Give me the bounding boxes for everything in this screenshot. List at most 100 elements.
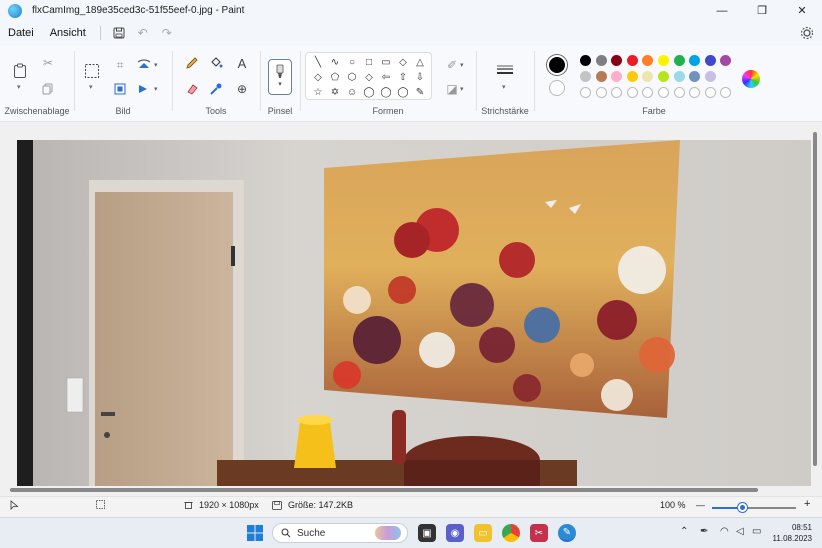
zoom-out-button[interactable]: — <box>696 500 705 510</box>
color-swatch[interactable] <box>658 71 669 82</box>
stroke-size-dropdown-icon[interactable]: ▾ <box>502 83 506 91</box>
rotate-icon[interactable] <box>134 55 154 75</box>
wifi-icon[interactable]: ◠ <box>720 526 729 537</box>
shape-tool-item[interactable]: ⬠ <box>329 71 341 83</box>
rotate-dropdown-icon[interactable]: ▾ <box>154 61 158 69</box>
canvas-size-label: 1920 × 1080px <box>199 500 259 510</box>
paste-icon[interactable] <box>10 61 30 81</box>
flip-icon[interactable] <box>134 79 154 99</box>
image-canvas[interactable] <box>17 140 811 486</box>
color-swatch[interactable] <box>673 71 685 82</box>
copy-icon[interactable] <box>38 79 58 99</box>
custom-color-slot[interactable] <box>658 87 669 98</box>
shape-tool-item[interactable]: ◇ <box>397 56 409 68</box>
custom-color-slot[interactable] <box>673 87 685 98</box>
shape-tool-item[interactable]: ◇ <box>312 71 324 83</box>
shape-tool-item[interactable]: ▭ <box>380 56 392 68</box>
text-icon[interactable]: A <box>232 53 252 73</box>
vertical-scrollbar[interactable] <box>813 132 817 466</box>
zoom-slider-thumb[interactable] <box>738 503 748 512</box>
maximize-button[interactable]: ❐ <box>742 0 782 21</box>
custom-color-slot[interactable] <box>704 87 716 98</box>
settings-icon[interactable] <box>798 24 816 42</box>
volume-icon[interactable]: ◁ <box>736 526 744 537</box>
shape-tool-item[interactable]: ⇩ <box>414 71 426 83</box>
color-swatch[interactable] <box>658 55 669 66</box>
file-explorer-icon[interactable]: ▭ <box>474 524 492 542</box>
undo-icon[interactable]: ↶ <box>131 22 155 44</box>
color-swatch[interactable] <box>704 55 716 66</box>
edit-colors-icon[interactable] <box>742 70 760 88</box>
menu-view[interactable]: Ansicht <box>42 27 94 39</box>
custom-color-slot[interactable] <box>626 87 638 98</box>
shape-tool-item[interactable]: □ <box>363 56 375 68</box>
custom-color-slot[interactable] <box>580 87 591 98</box>
shape-tool-item[interactable]: ☆ <box>312 86 324 98</box>
brush-button[interactable]: ▾ <box>268 59 292 95</box>
paint-taskbar-icon[interactable]: ✎ <box>558 524 576 542</box>
shape-tool-item[interactable]: ◯ <box>380 86 392 98</box>
shape-tool-item[interactable]: ╲ <box>312 56 324 68</box>
select-icon[interactable] <box>82 61 102 81</box>
color-swatch[interactable] <box>580 71 591 82</box>
color-swatch[interactable] <box>626 71 638 82</box>
cut-icon[interactable]: ✂ <box>38 53 58 73</box>
taskbar-search-input[interactable]: Suche <box>272 523 408 543</box>
horizontal-scrollbar[interactable] <box>10 488 758 492</box>
save-icon[interactable] <box>107 22 131 44</box>
color-swatch[interactable] <box>704 71 716 82</box>
clock-time: 08:51 <box>791 523 812 532</box>
shape-fill-icon[interactable]: ◪ <box>442 79 462 99</box>
zoom-in-button[interactable]: + <box>804 498 810 510</box>
close-button[interactable]: ✕ <box>782 0 822 21</box>
flip-dropdown-icon[interactable]: ▾ <box>154 85 158 93</box>
stroke-size-icon[interactable] <box>494 61 516 81</box>
magnifier-icon[interactable]: ⊕ <box>232 79 252 99</box>
shape-tool-item[interactable]: ☺ <box>346 86 358 98</box>
snipping-tool-icon[interactable]: ✂ <box>530 524 548 542</box>
shape-tool-item[interactable]: ⇦ <box>380 71 392 83</box>
secondary-color-swatch[interactable] <box>549 80 565 96</box>
pencil-icon[interactable] <box>182 53 202 73</box>
taskbar-clock[interactable]: 08:51 11.08.2023 <box>773 522 812 544</box>
teams-icon[interactable]: ◉ <box>446 524 464 542</box>
color-swatch[interactable] <box>626 55 638 66</box>
crop-icon[interactable]: ⌗ <box>110 55 130 75</box>
shape-tool-item[interactable]: ◇ <box>363 71 375 83</box>
shape-tool-item[interactable]: ✡ <box>329 86 341 98</box>
shape-tool-item[interactable]: ○ <box>346 56 358 68</box>
menu-file[interactable]: Datei <box>0 27 42 39</box>
shape-tool-item[interactable]: ◯ <box>397 86 409 98</box>
shape-tool-item[interactable]: ∿ <box>329 56 341 68</box>
resize-icon[interactable] <box>110 79 130 99</box>
chrome-icon[interactable] <box>502 524 520 542</box>
color-picker-icon[interactable] <box>206 79 226 99</box>
color-swatch[interactable] <box>580 55 591 66</box>
color-swatch[interactable] <box>595 71 607 82</box>
task-view-icon[interactable]: ▣ <box>418 524 436 542</box>
custom-color-slot[interactable] <box>595 87 607 98</box>
shape-tool-item[interactable]: ◯ <box>363 86 375 98</box>
shape-outline-dropdown-icon[interactable]: ▾ <box>460 61 464 69</box>
color-swatch[interactable] <box>673 55 685 66</box>
paste-dropdown-icon[interactable]: ▾ <box>17 83 21 91</box>
image-group: ▾ ⌗ ▾ ▾ Bild <box>74 45 172 122</box>
minimize-button[interactable]: — <box>702 0 742 21</box>
battery-icon[interactable]: ▭ <box>752 526 761 537</box>
shape-tool-item[interactable]: ⇧ <box>397 71 409 83</box>
shape-tool-item[interactable]: ✎ <box>414 86 426 98</box>
shape-tool-item[interactable]: ⬡ <box>346 71 358 83</box>
select-dropdown-icon[interactable]: ▾ <box>89 83 93 91</box>
shape-outline-icon[interactable]: ✐ <box>442 55 462 75</box>
pen-icon[interactable]: ✒ <box>700 526 708 537</box>
tray-overflow-icon[interactable]: ⌃ <box>680 526 688 537</box>
eraser-icon[interactable] <box>182 79 202 99</box>
shape-fill-dropdown-icon[interactable]: ▾ <box>460 85 464 93</box>
windows-start-icon[interactable] <box>246 524 264 542</box>
fill-bucket-icon[interactable] <box>206 53 226 73</box>
redo-icon[interactable]: ↷ <box>155 22 179 44</box>
zoom-slider[interactable] <box>712 503 796 512</box>
shape-tool-item[interactable]: △ <box>414 56 426 68</box>
primary-color-swatch[interactable] <box>547 55 567 75</box>
color-swatch[interactable] <box>595 55 607 66</box>
